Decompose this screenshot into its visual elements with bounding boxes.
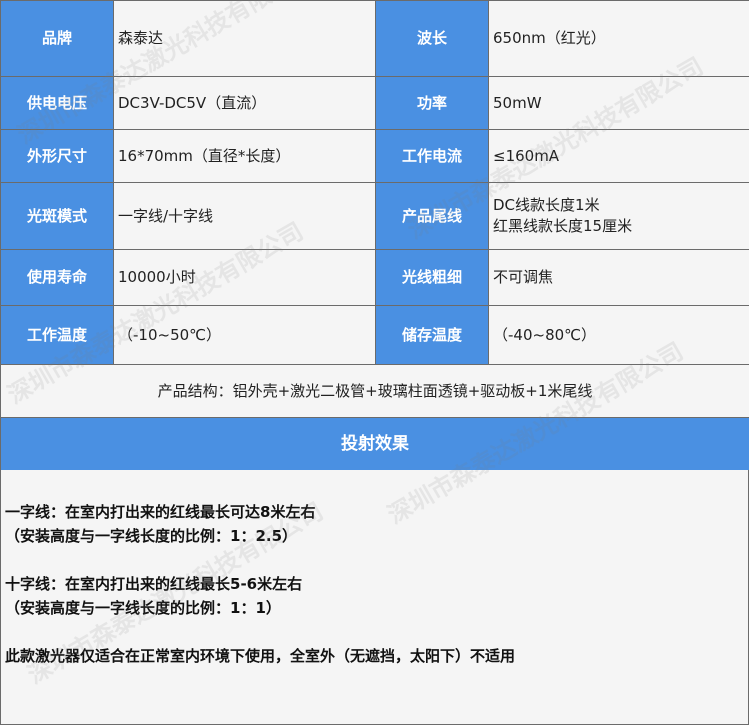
effect-ratio-text: （安装高度与一字线长度的比例：1：2.5） [5,527,298,545]
effect-cross-ratio-text: （安装高度与一字线长度的比例：1：1） [5,599,281,617]
spec-value: 森泰达 [113,0,376,77]
spec-label: 外形尺寸 [0,129,114,183]
effect-description: 一字线：在室内打出来的红线最长可达8米左右 （安装高度与一字线长度的比例：1：2… [0,470,749,725]
spec-row: 光斑模式 一字线/十字线 产品尾线 DC线款长度1米 红黑线款长度15厘米 [0,182,749,250]
spec-label: 品牌 [0,0,114,77]
product-spec-sheet: 品牌 森泰达 波长 650nm（红光） 供电电压 DC3V-DC5V（直流） 功… [0,0,749,725]
spec-row: 工作温度 （-10~50℃） 储存温度 （-40~80℃） [0,305,749,365]
spec-row: 外形尺寸 16*70mm（直径*长度） 工作电流 ≤160mA [0,129,749,183]
spec-value: （-10~50℃） [113,305,376,365]
product-structure: 产品结构：铝外壳+激光二极管+玻璃柱面透镜+驱动板+1米尾线 [0,364,749,418]
spec-value: 650nm（红光） [488,0,749,77]
effect-cross-text: 十字线：在室内打出来的红线最长5-6米左右 [5,575,303,593]
spec-value: （-40~80℃） [488,305,749,365]
spec-label: 供电电压 [0,76,114,130]
structure-row: 产品结构：铝外壳+激光二极管+玻璃柱面透镜+驱动板+1米尾线 [0,364,749,418]
spec-label: 使用寿命 [0,249,114,306]
effect-title: 投射效果 [0,417,749,471]
spec-value: 一字线/十字线 [113,182,376,250]
spec-value-line: （-40~80℃） [493,325,597,344]
spec-label: 光线粗细 [375,249,489,306]
spec-value: DC线款长度1米 红黑线款长度15厘米 [488,182,749,250]
spec-row: 供电电压 DC3V-DC5V（直流） 功率 50mW [0,76,749,130]
spec-value: 50mW [488,76,749,130]
usage-note: 此款激光器仅适合在正常室内环境下使用，全室外（无遮挡，太阳下）不适用 [5,647,516,665]
spec-value: 16*70mm（直径*长度） [113,129,376,183]
spec-value-line: 650nm（红光） [493,29,606,47]
spec-value-line: ≤160mA [493,146,560,165]
spec-value: ≤160mA [488,129,749,183]
spec-label: 功率 [375,76,489,130]
spec-row: 品牌 森泰达 波长 650nm（红光） [0,0,749,77]
effect-header-row: 投射效果 [0,417,749,471]
spec-table: 品牌 森泰达 波长 650nm（红光） 供电电压 DC3V-DC5V（直流） 功… [0,0,749,471]
spec-label: 工作温度 [0,305,114,365]
spec-label: 光斑模式 [0,182,114,250]
spec-value: DC3V-DC5V（直流） [113,76,376,130]
spec-value: 不可调焦 [488,249,749,306]
spec-value-line: DC线款长度1米 [493,196,600,214]
spec-value-line: 不可调焦 [493,268,554,286]
spec-value-line: 50mW [493,93,542,112]
spec-label: 波长 [375,0,489,77]
spec-label: 储存温度 [375,305,489,365]
spec-label: 产品尾线 [375,182,489,250]
spec-label: 工作电流 [375,129,489,183]
effect-line-text: 一字线：在室内打出来的红线最长可达8米左右 [5,503,316,521]
spec-row: 使用寿命 10000小时 光线粗细 不可调焦 [0,249,749,306]
spec-value-line: 红黑线款长度15厘米 [493,217,633,235]
spec-value: 10000小时 [113,249,376,306]
